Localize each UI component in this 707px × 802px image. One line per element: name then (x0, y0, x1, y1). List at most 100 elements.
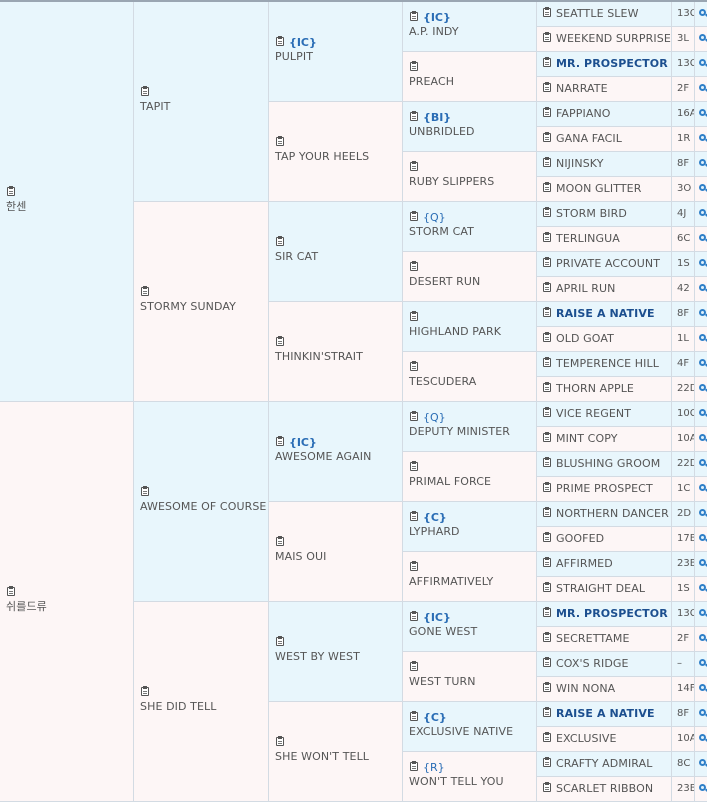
ancestor-name-link[interactable]: MR. PROSPECTOR (556, 607, 668, 620)
magnifier-icon[interactable] (699, 309, 707, 320)
ancestor-name-link[interactable]: OLD GOAT (556, 332, 614, 345)
clipboard-icon[interactable] (542, 682, 552, 693)
clipboard-icon[interactable] (542, 182, 552, 193)
magnifier-icon[interactable] (699, 734, 707, 745)
ancestor-name-link[interactable]: SEATTLE SLEW (556, 7, 639, 20)
ancestor-name-link[interactable]: PREACH (409, 75, 454, 89)
clipboard-icon[interactable] (542, 582, 552, 593)
magnifier-icon[interactable] (699, 134, 707, 145)
ancestor-name-link[interactable]: RAISE A NATIVE (556, 707, 655, 720)
magnifier-icon[interactable] (699, 534, 707, 545)
ancestor-name-link[interactable]: APRIL RUN (556, 282, 616, 295)
ancestor-name-link[interactable]: GANA FACIL (556, 132, 622, 145)
ancestor-name-link[interactable]: STORM BIRD (556, 207, 627, 220)
ancestor-name-link[interactable]: SHE WON'T TELL (275, 750, 369, 764)
clipboard-icon[interactable] (409, 611, 419, 622)
clipboard-icon[interactable] (275, 236, 285, 247)
clipboard-icon[interactable] (409, 761, 419, 772)
clipboard-icon[interactable] (542, 207, 552, 218)
clipboard-icon[interactable] (275, 536, 285, 547)
ancestor-name-link[interactable]: EXCLUSIVE (556, 732, 617, 745)
clipboard-icon[interactable] (542, 332, 552, 343)
ancestor-name-link[interactable]: 쉬를드류 (6, 600, 47, 614)
magnifier-icon[interactable] (699, 609, 707, 620)
ancestor-name-link[interactable]: 한센 (6, 200, 26, 214)
ancestor-name-link[interactable]: STORM CAT (409, 225, 474, 239)
ancestor-name-link[interactable]: TAP YOUR HEELS (275, 150, 369, 164)
ancestor-name-link[interactable]: A.P. INDY (409, 25, 459, 39)
magnifier-icon[interactable] (699, 684, 707, 695)
clipboard-icon[interactable] (542, 382, 552, 393)
clipboard-icon[interactable] (542, 407, 552, 418)
magnifier-icon[interactable] (699, 109, 707, 120)
clipboard-icon[interactable] (542, 757, 552, 768)
clipboard-icon[interactable] (542, 82, 552, 93)
ancestor-name-link[interactable]: RUBY SLIPPERS (409, 175, 494, 189)
clipboard-icon[interactable] (542, 782, 552, 793)
clipboard-icon[interactable] (542, 32, 552, 43)
ancestor-name-link[interactable]: TESCUDERA (409, 375, 476, 389)
clipboard-icon[interactable] (542, 707, 552, 718)
clipboard-icon[interactable] (542, 607, 552, 618)
ancestor-name-link[interactable]: MOON GLITTER (556, 182, 641, 195)
clipboard-icon[interactable] (275, 636, 285, 647)
ancestor-name-link[interactable]: MAIS OUI (275, 550, 327, 564)
clipboard-icon[interactable] (409, 211, 419, 222)
clipboard-icon[interactable] (542, 457, 552, 468)
magnifier-icon[interactable] (699, 409, 707, 420)
clipboard-icon[interactable] (140, 686, 150, 697)
clipboard-icon[interactable] (409, 111, 419, 122)
ancestor-name-link[interactable]: WEST TURN (409, 675, 476, 689)
clipboard-icon[interactable] (542, 57, 552, 68)
clipboard-icon[interactable] (275, 436, 285, 447)
clipboard-icon[interactable] (409, 261, 419, 272)
magnifier-icon[interactable] (699, 759, 707, 770)
ancestor-name-link[interactable]: HIGHLAND PARK (409, 325, 501, 339)
ancestor-name-link[interactable]: NARRATE (556, 82, 608, 95)
clipboard-icon[interactable] (542, 632, 552, 643)
magnifier-icon[interactable] (699, 659, 707, 670)
ancestor-name-link[interactable]: SIR CAT (275, 250, 318, 264)
magnifier-icon[interactable] (699, 59, 707, 70)
ancestor-name-link[interactable]: MINT COPY (556, 432, 618, 445)
ancestor-name-link[interactable]: SCARLET RIBBON (556, 782, 653, 795)
magnifier-icon[interactable] (699, 359, 707, 370)
clipboard-icon[interactable] (542, 357, 552, 368)
clipboard-icon[interactable] (409, 461, 419, 472)
ancestor-name-link[interactable]: BLUSHING GROOM (556, 457, 660, 470)
clipboard-icon[interactable] (542, 732, 552, 743)
ancestor-name-link[interactable]: NORTHERN DANCER (556, 507, 669, 520)
magnifier-icon[interactable] (699, 784, 707, 795)
magnifier-icon[interactable] (699, 34, 707, 45)
magnifier-icon[interactable] (699, 84, 707, 95)
clipboard-icon[interactable] (542, 157, 552, 168)
clipboard-icon[interactable] (409, 161, 419, 172)
clipboard-icon[interactable] (542, 107, 552, 118)
clipboard-icon[interactable] (409, 411, 419, 422)
clipboard-icon[interactable] (542, 657, 552, 668)
magnifier-icon[interactable] (699, 334, 707, 345)
clipboard-icon[interactable] (275, 336, 285, 347)
clipboard-icon[interactable] (542, 307, 552, 318)
ancestor-name-link[interactable]: DEPUTY MINISTER (409, 425, 510, 439)
clipboard-icon[interactable] (542, 7, 552, 18)
magnifier-icon[interactable] (699, 584, 707, 595)
magnifier-icon[interactable] (699, 634, 707, 645)
clipboard-icon[interactable] (275, 736, 285, 747)
clipboard-icon[interactable] (542, 132, 552, 143)
clipboard-icon[interactable] (542, 232, 552, 243)
ancestor-name-link[interactable]: WEST BY WEST (275, 650, 360, 664)
ancestor-name-link[interactable]: NIJINSKY (556, 157, 604, 170)
clipboard-icon[interactable] (140, 86, 150, 97)
magnifier-icon[interactable] (699, 484, 707, 495)
magnifier-icon[interactable] (699, 384, 707, 395)
ancestor-name-link[interactable]: SHE DID TELL (140, 700, 217, 714)
magnifier-icon[interactable] (699, 459, 707, 470)
magnifier-icon[interactable] (699, 184, 707, 195)
ancestor-name-link[interactable]: FAPPIANO (556, 107, 611, 120)
clipboard-icon[interactable] (409, 311, 419, 322)
clipboard-icon[interactable] (542, 482, 552, 493)
clipboard-icon[interactable] (409, 561, 419, 572)
ancestor-name-link[interactable]: AFFIRMATIVELY (409, 575, 493, 589)
ancestor-name-link[interactable]: AFFIRMED (556, 557, 613, 570)
